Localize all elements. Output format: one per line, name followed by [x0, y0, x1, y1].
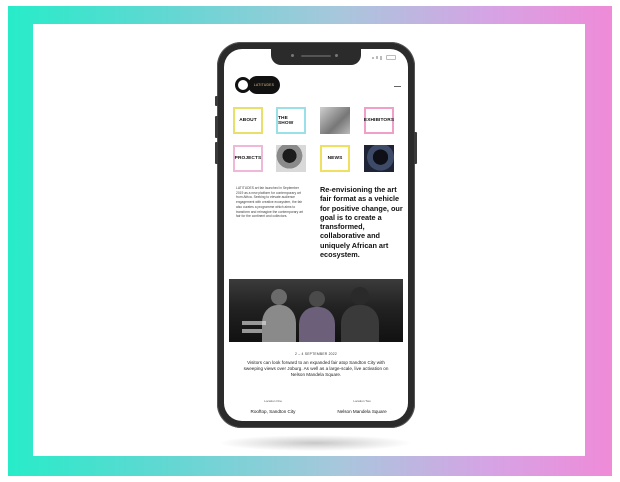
caption-bar	[242, 321, 266, 325]
headline: Re-envisioning the art fair format as a …	[320, 185, 403, 260]
intro-paragraph: LATITUDES art fair launched in September…	[236, 186, 304, 219]
event-date: 2 – 4 SEPTEMBER 2022	[295, 352, 337, 356]
person-head	[271, 289, 287, 305]
nav-tile-label: PROJECTS	[234, 156, 262, 161]
volume-down-button	[215, 142, 218, 164]
gallery-photo[interactable]	[364, 145, 394, 172]
nav-tile-news[interactable]: NEWS	[320, 145, 350, 172]
nav-tile-label: EXHIBITORS	[363, 118, 395, 123]
logo-badge: LATITUDES	[248, 76, 280, 94]
sensor-icon	[335, 54, 338, 57]
speaker-grille	[301, 55, 331, 57]
person-body	[341, 305, 379, 342]
gallery-photo[interactable]	[320, 107, 350, 134]
nav-tile-the-show[interactable]: THE SHOW	[276, 107, 306, 134]
signal-icon	[372, 56, 374, 59]
hero-photo	[229, 279, 403, 342]
phone-mockup: LATITUDES ABOUT THE SHOW EXHIBITORS PROJ…	[215, 42, 417, 428]
brand-logo[interactable]: LATITUDES	[235, 76, 280, 94]
nav-tile-label: THE SHOW	[278, 115, 294, 126]
location-two-label: Location Two	[353, 399, 371, 403]
battery-icon	[386, 55, 396, 60]
event-description: Visitors can look forward to an expanded…	[243, 360, 389, 377]
nav-tile-projects[interactable]: PROJECTS	[233, 145, 263, 172]
phone-screen: LATITUDES ABOUT THE SHOW EXHIBITORS PROJ…	[224, 49, 408, 421]
notch	[271, 49, 361, 65]
nav-tile-label: ABOUT	[239, 118, 257, 123]
caption-bar	[242, 329, 262, 333]
nav-tile-exhibitors[interactable]: EXHIBITORS	[364, 107, 394, 134]
logo-text: LATITUDES	[253, 83, 275, 87]
location-one-value: Rooftop, Sandton City	[250, 409, 296, 414]
menu-icon[interactable]	[394, 86, 401, 87]
nav-tile-label: NEWS	[327, 156, 343, 161]
phone-shadow	[220, 435, 410, 451]
volume-up-button	[215, 116, 218, 138]
gallery-photo[interactable]	[276, 145, 306, 172]
person-head	[351, 287, 369, 305]
nav-tile-about[interactable]: ABOUT	[233, 107, 263, 134]
location-two-value: Nelson Mandela Square	[337, 409, 387, 414]
camera-icon	[291, 54, 294, 57]
location-one-label: Location One	[264, 399, 282, 403]
mute-switch	[215, 96, 218, 106]
power-button	[414, 132, 417, 164]
person-body	[262, 305, 296, 342]
person-head	[309, 291, 325, 307]
status-bar	[372, 55, 396, 60]
person-body	[299, 307, 335, 342]
